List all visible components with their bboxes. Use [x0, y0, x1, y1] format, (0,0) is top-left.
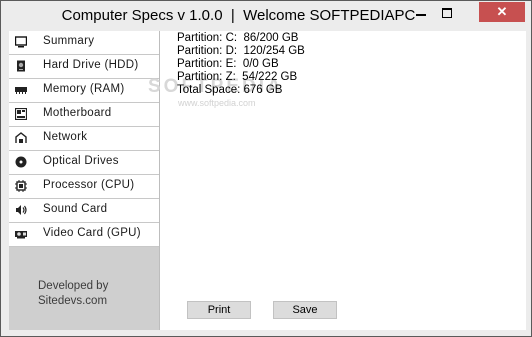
sidebar-item-label: Network [43, 131, 88, 143]
maximize-button[interactable] [434, 2, 460, 22]
sidebar-item-label: Processor (CPU) [43, 179, 135, 191]
monitor-icon [15, 36, 27, 48]
sidebar-item-network[interactable]: Network [9, 127, 159, 151]
sidebar-item-label: Optical Drives [43, 155, 119, 167]
sidebar-item-sound-card[interactable]: Sound Card [9, 199, 159, 223]
window-title: Computer Specs v 1.0.0 | Welcome SOFTPED… [61, 7, 416, 24]
motherboard-icon [15, 108, 27, 120]
network-icon [15, 132, 27, 143]
sidebar-item-video-card[interactable]: Video Card (GPU) [9, 223, 159, 247]
sidebar-item-motherboard[interactable]: Motherboard [9, 103, 159, 127]
developer-credit-site: Sitedevs.com [38, 295, 108, 307]
sidebar-item-summary[interactable]: Summary [9, 31, 159, 55]
sidebar-item-processor[interactable]: Processor (CPU) [9, 175, 159, 199]
title-bar[interactable]: Computer Specs v 1.0.0 | Welcome SOFTPED… [1, 1, 531, 31]
sidebar-item-label: Memory (RAM) [43, 83, 125, 95]
spec-line: Total Space: 676 GB [177, 84, 283, 96]
sidebar-item-label: Motherboard [43, 107, 112, 119]
spec-line: Partition: Z: 54/222 GB [177, 71, 298, 83]
disc-icon [15, 156, 27, 168]
specs-panel: SOFTPEDIA www.softpedia.com Partition: C… [148, 31, 526, 330]
close-icon: ✕ [496, 4, 508, 19]
minimize-button[interactable] [408, 2, 434, 22]
hard-drive-icon [17, 60, 25, 72]
sidebar-item-label: Hard Drive (HDD) [43, 59, 139, 71]
gpu-icon [15, 231, 27, 239]
sidebar-item-optical-drives[interactable]: Optical Drives [9, 151, 159, 175]
maximize-icon [442, 8, 452, 18]
save-button[interactable]: Save [273, 301, 337, 319]
developer-credit: Developed by Sitedevs.com [38, 279, 108, 309]
sidebar-item-hard-drive[interactable]: Hard Drive (HDD) [9, 55, 159, 79]
sidebar-item-label: Video Card (GPU) [43, 227, 141, 239]
sidebar: Summary Hard Drive (HDD) Memory (RAM) Mo… [9, 31, 160, 330]
sidebar-item-label: Summary [43, 35, 95, 47]
sidebar-item-memory[interactable]: Memory (RAM) [9, 79, 159, 103]
minimize-icon [416, 14, 426, 16]
speaker-icon [16, 205, 27, 215]
watermark-url: www.softpedia.com [178, 98, 256, 108]
spec-line: Partition: D: 120/254 GB [177, 45, 305, 57]
app-window: Computer Specs v 1.0.0 | Welcome SOFTPED… [0, 0, 532, 337]
spec-line: Partition: C: 86/200 GB [177, 32, 299, 44]
cpu-icon [15, 180, 27, 192]
spec-line: Partition: E: 0/0 GB [177, 58, 279, 70]
close-button[interactable]: ✕ [479, 2, 525, 22]
print-button[interactable]: Print [187, 301, 251, 319]
developer-credit-line: Developed by [38, 280, 109, 292]
sidebar-item-label: Sound Card [43, 203, 108, 215]
ram-icon [15, 87, 27, 94]
